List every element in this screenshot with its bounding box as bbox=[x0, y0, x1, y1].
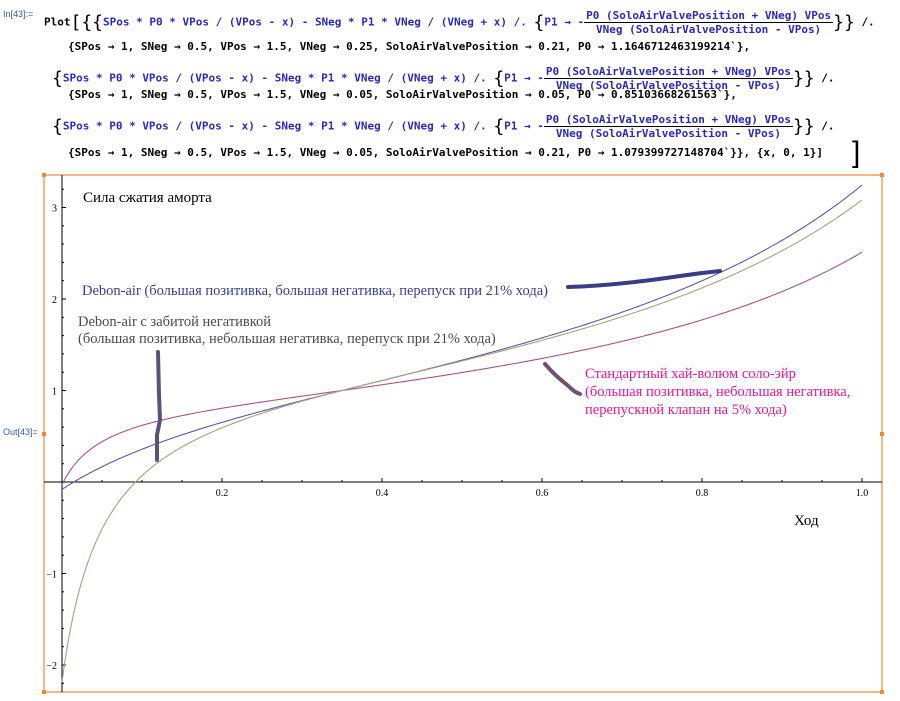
x-tick-label: 1.0 bbox=[856, 488, 869, 499]
frame-corner-bl bbox=[42, 690, 46, 694]
axes: 0.2 0.4 0.6 0.8 1.0 −2 −1 1 2 3 bbox=[44, 175, 882, 692]
x-tick-label: 0.4 bbox=[376, 488, 389, 499]
label-standard-desc-2: перепускной клапан на 5% хода) bbox=[585, 402, 787, 418]
marker-stroke-debon bbox=[566, 269, 722, 289]
x-tick-label: 0.6 bbox=[536, 488, 549, 499]
frame-corner-ml bbox=[42, 432, 46, 436]
y-tick-label: 1 bbox=[52, 387, 57, 398]
y-tick-label: −1 bbox=[46, 570, 57, 581]
plot-area[interactable]: 0.2 0.4 0.6 0.8 1.0 −2 −1 1 2 3 bbox=[0, 0, 900, 701]
chart-title: Сила сжатия аморта bbox=[83, 190, 212, 206]
label-debon-air: Debon-air (большая позитивка, большая не… bbox=[82, 283, 548, 299]
y-tick-label: 2 bbox=[52, 295, 57, 306]
frame-corner-tr bbox=[880, 173, 884, 177]
marker-stroke-standard bbox=[543, 362, 582, 396]
series-group bbox=[61, 184, 863, 682]
label-clogged-desc: (большая позитивка, небольшая негативка,… bbox=[78, 331, 496, 347]
label-standard-title: Стандартный хай-волюм соло-эйр bbox=[585, 366, 796, 382]
frame-corner-br bbox=[880, 690, 884, 694]
output-cell-frame[interactable] bbox=[43, 174, 883, 693]
label-clogged-title: Debon-air с забитой негативкой bbox=[78, 314, 272, 330]
series-debon-air-clogged bbox=[61, 199, 863, 682]
x-tick-label: 0.2 bbox=[216, 488, 229, 499]
x-tick-label: 0.8 bbox=[696, 488, 709, 499]
y-tick-label: 3 bbox=[52, 204, 57, 215]
cell-bracket[interactable]: ] bbox=[852, 136, 860, 170]
marker-stroke-clogged bbox=[155, 350, 163, 462]
frame-corner-mr bbox=[880, 432, 884, 436]
y-tick-label: −2 bbox=[46, 661, 57, 672]
frame-corner-tl bbox=[42, 173, 46, 177]
x-axis-label: Ход bbox=[794, 513, 819, 529]
label-standard-desc-1: (большая позитивка, небольшая негативка, bbox=[585, 384, 851, 400]
